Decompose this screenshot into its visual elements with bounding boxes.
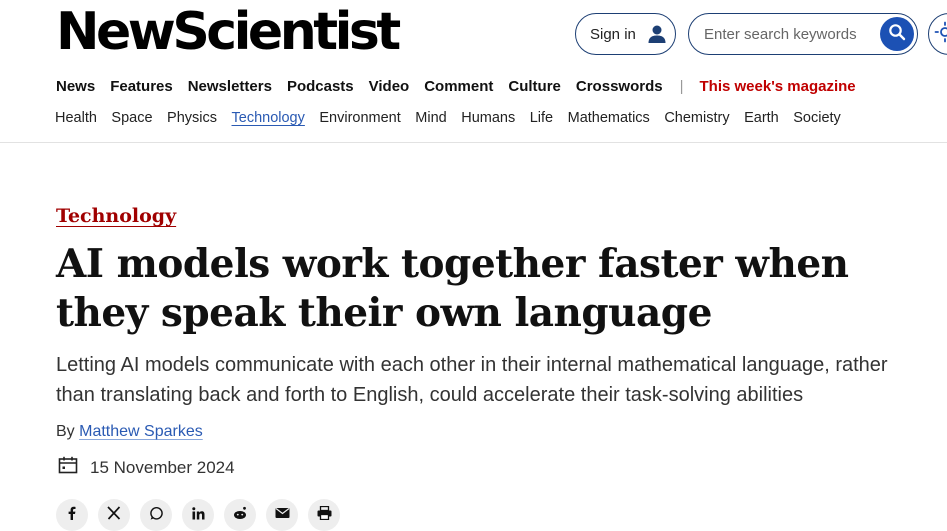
topic-space[interactable]: Space [111,110,152,126]
nav-podcasts[interactable]: Podcasts [287,78,354,95]
topic-environment[interactable]: Environment [319,110,400,126]
nav-comment[interactable]: Comment [424,78,493,95]
sign-in-button[interactable]: Sign in [575,13,676,55]
byline-prefix: By [56,423,75,440]
email-icon[interactable] [266,499,298,531]
nav-this-weeks-magazine[interactable]: This week's magazine [700,78,856,95]
search-input[interactable] [704,25,864,43]
theme-toggle-button[interactable] [928,13,947,55]
publish-date: 15 November 2024 [58,456,235,479]
header-divider [0,142,947,143]
article-section-tag[interactable]: Technology [56,205,176,227]
nav-news[interactable]: News [56,78,95,95]
search-box [688,13,918,55]
site-logo[interactable]: NewScientist [56,4,401,60]
share-bar [56,499,350,531]
topic-mind[interactable]: Mind [415,110,446,126]
topic-society[interactable]: Society [793,110,841,126]
x-icon[interactable] [98,499,130,531]
author-link[interactable]: Matthew Sparkes [79,423,203,440]
nav-crosswords[interactable]: Crosswords [576,78,663,95]
facebook-icon[interactable] [56,499,88,531]
topic-mathematics[interactable]: Mathematics [568,110,650,126]
sun-icon [934,21,947,48]
sign-in-label: Sign in [590,25,636,43]
topic-physics[interactable]: Physics [167,110,217,126]
article-standfirst: Letting AI models communicate with each … [56,354,888,406]
publish-date-text: 15 November 2024 [90,457,235,477]
print-icon[interactable] [308,499,340,531]
topic-life[interactable]: Life [530,110,553,126]
nav-video[interactable]: Video [369,78,410,95]
nav-culture[interactable]: Culture [508,78,561,95]
nav-separator: | [679,78,684,95]
nav-features[interactable]: Features [110,78,173,95]
topic-chemistry[interactable]: Chemistry [664,110,729,126]
whatsapp-icon[interactable] [140,499,172,531]
calendar-icon [58,456,90,479]
topic-technology[interactable]: Technology [232,110,305,126]
user-icon [646,23,668,45]
article-byline: By Matthew Sparkes [56,423,203,441]
search-button[interactable] [880,17,914,51]
article-headline: AI models work together faster when they… [56,241,849,336]
topic-nav: Health Space Physics Technology Environm… [55,110,855,126]
search-icon [888,23,906,46]
topic-earth[interactable]: Earth [744,110,779,126]
topic-health[interactable]: Health [55,110,97,126]
nav-newsletters[interactable]: Newsletters [188,78,272,95]
topic-humans[interactable]: Humans [461,110,515,126]
linkedin-icon[interactable] [182,499,214,531]
main-nav: News Features Newsletters Podcasts Video… [56,78,871,95]
reddit-icon[interactable] [224,499,256,531]
